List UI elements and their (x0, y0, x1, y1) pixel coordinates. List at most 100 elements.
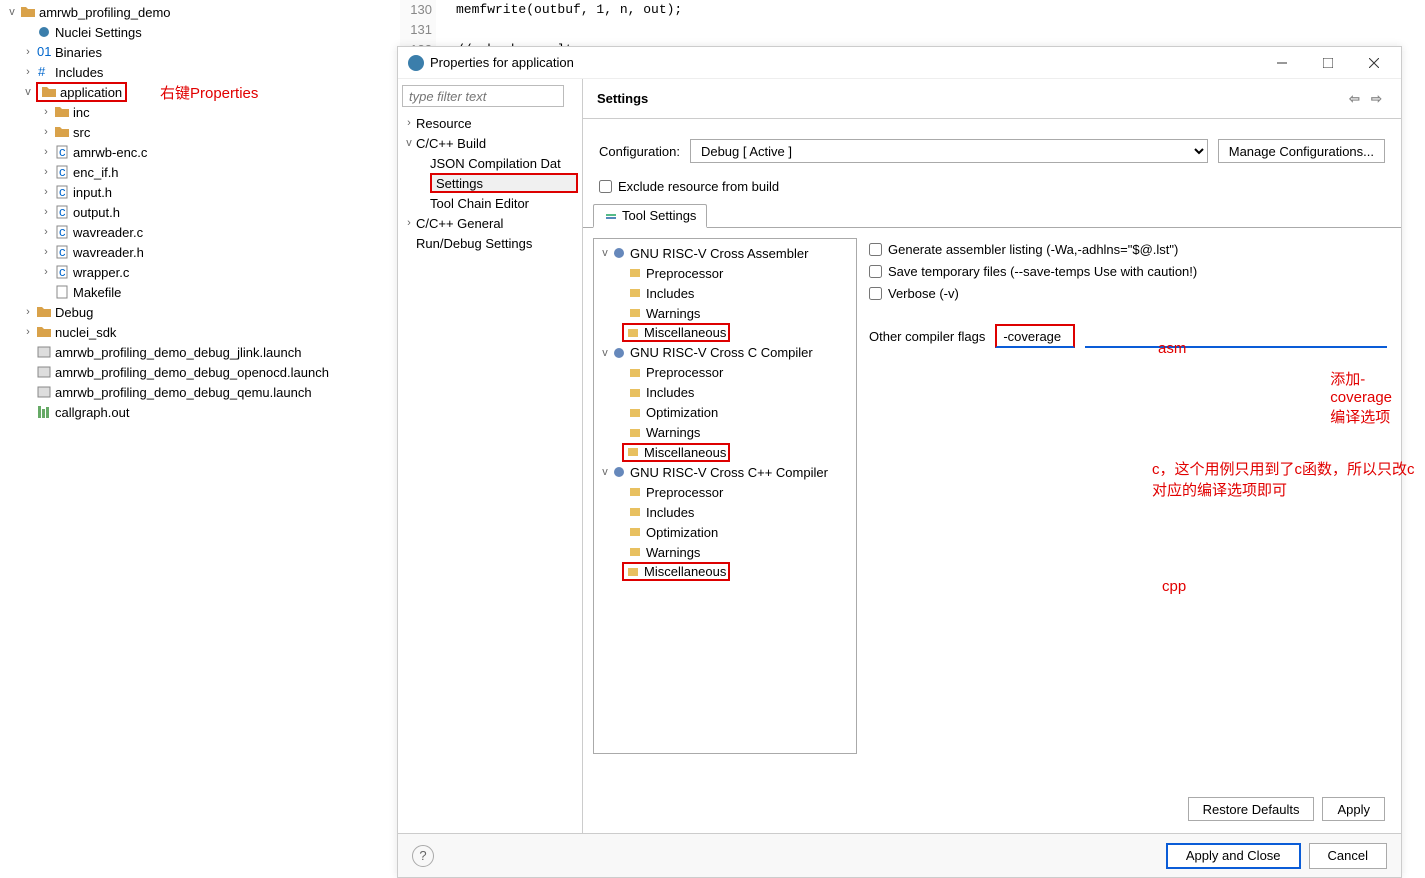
tree-item[interactable]: ›coutput.h (0, 202, 395, 222)
config-label: Configuration: (599, 144, 680, 159)
tree-item-label: wavreader.h (73, 245, 144, 260)
tree-item[interactable]: callgraph.out (0, 402, 395, 422)
nav-settings[interactable]: Settings (430, 173, 578, 193)
tree-item[interactable]: amrwb_profiling_demo_debug_jlink.launch (0, 342, 395, 362)
tree-item[interactable]: ›nuclei_sdk (0, 322, 395, 342)
annotation-asm: asm (1158, 340, 1186, 357)
tool-asm-preproc[interactable]: Preprocessor (598, 263, 852, 283)
properties-nav[interactable]: ›Resource vC/C++ Build JSON Compilation … (398, 79, 583, 859)
save-temp-label: Save temporary files (--save-temps Use w… (888, 264, 1197, 279)
restore-defaults-button[interactable]: Restore Defaults (1188, 797, 1315, 821)
tree-item-label: nuclei_sdk (55, 325, 116, 340)
tree-item-icon: c (54, 204, 70, 220)
tool-cpp-warnings[interactable]: Warnings (598, 542, 852, 562)
back-icon[interactable]: ⇦ (1349, 91, 1365, 107)
save-temp-checkbox[interactable] (869, 265, 882, 278)
tree-item-icon (54, 124, 70, 140)
tool-settings-tree[interactable]: vGNU RISC-V Cross Assembler Preprocessor… (593, 238, 857, 754)
tree-item[interactable]: Nuclei Settings (0, 22, 395, 42)
tree-item[interactable]: amrwb_profiling_demo_debug_openocd.launc… (0, 362, 395, 382)
tree-item[interactable]: ›cinput.h (0, 182, 395, 202)
tree-item-icon: c (54, 224, 70, 240)
tree-item[interactable]: Makefile (0, 282, 395, 302)
tool-cpp-preproc[interactable]: Preprocessor (598, 482, 852, 502)
annotation-rightclick: 右键Properties (160, 82, 258, 103)
tool-asm-warnings[interactable]: Warnings (598, 303, 852, 323)
help-icon[interactable]: ? (412, 845, 434, 867)
exclude-label: Exclude resource from build (618, 179, 779, 194)
tree-item[interactable]: ›cwrapper.c (0, 262, 395, 282)
apply-button[interactable]: Apply (1322, 797, 1385, 821)
filter-input[interactable] (402, 85, 564, 107)
tree-item[interactable]: ›cenc_if.h (0, 162, 395, 182)
tree-item-label: Nuclei Settings (55, 25, 142, 40)
nav-resource[interactable]: ›Resource (402, 113, 578, 133)
tool-cpp-compiler[interactable]: vGNU RISC-V Cross C++ Compiler (598, 462, 852, 482)
tree-item-icon (36, 324, 52, 340)
forward-icon[interactable]: ⇨ (1371, 91, 1387, 107)
tool-asm-includes[interactable]: Includes (598, 283, 852, 303)
tool-c-compiler[interactable]: vGNU RISC-V Cross C Compiler (598, 343, 852, 363)
tool-c-warnings[interactable]: Warnings (598, 423, 852, 443)
nav-cbuild[interactable]: vC/C++ Build (402, 133, 578, 153)
tool-c-misc[interactable]: Miscellaneous (622, 443, 730, 462)
gen-asm-checkbox[interactable] (869, 243, 882, 256)
tree-item-label: amrwb-enc.c (73, 145, 147, 160)
tool-cpp-misc[interactable]: Miscellaneous (622, 562, 730, 581)
exclude-checkbox[interactable] (599, 180, 612, 193)
svg-text:c: c (59, 264, 66, 279)
tree-item[interactable]: amrwb_profiling_demo_debug_qemu.launch (0, 382, 395, 402)
verbose-checkbox[interactable] (869, 287, 882, 300)
minimize-button[interactable] (1259, 48, 1305, 78)
manage-config-button[interactable]: Manage Configurations... (1218, 139, 1385, 163)
svg-text:c: c (59, 244, 66, 259)
tree-item-icon: c (54, 244, 70, 260)
tree-item[interactable]: ›01Binaries (0, 42, 395, 62)
svg-text:c: c (59, 164, 66, 179)
tree-item[interactable]: ›camrwb-enc.c (0, 142, 395, 162)
tree-item-label: amrwb_profiling_demo_debug_jlink.launch (55, 345, 301, 360)
tree-item-label: wavreader.c (73, 225, 143, 240)
tree-root[interactable]: v amrwb_profiling_demo (0, 2, 395, 22)
close-button[interactable] (1351, 48, 1397, 78)
tool-assembler[interactable]: vGNU RISC-V Cross Assembler (598, 243, 852, 263)
tool-c-includes[interactable]: Includes (598, 383, 852, 403)
tree-item[interactable]: ›src (0, 122, 395, 142)
tool-cpp-includes[interactable]: Includes (598, 502, 852, 522)
tree-item[interactable]: ›cwavreader.c (0, 222, 395, 242)
tree-item[interactable]: ›cwavreader.h (0, 242, 395, 262)
annotation-c: c，这个用例只用到了c函数，所以只改c对应的编译选项即可 (1152, 458, 1425, 500)
tab-tool-settings[interactable]: Tool Settings (593, 204, 707, 228)
tree-item[interactable]: ›#Includes (0, 62, 395, 82)
tree-item-label: enc_if.h (73, 165, 119, 180)
nav-json[interactable]: JSON Compilation Dat (402, 153, 578, 173)
tree-item-icon (36, 344, 52, 360)
svg-text:c: c (59, 184, 66, 199)
project-explorer[interactable]: v amrwb_profiling_demo Nuclei Settings ›0… (0, 0, 395, 858)
cancel-button[interactable]: Cancel (1309, 843, 1387, 869)
tree-item-label: callgraph.out (55, 405, 129, 420)
other-flags-input[interactable] (995, 324, 1075, 348)
tree-item-label: application (60, 85, 122, 100)
gen-asm-label: Generate assembler listing (-Wa,-adhlns=… (888, 242, 1178, 257)
tree-item[interactable]: ›Debug (0, 302, 395, 322)
tool-cpp-optimization[interactable]: Optimization (598, 522, 852, 542)
tool-asm-misc[interactable]: Miscellaneous (622, 323, 730, 342)
dialog-footer: ? Apply and Close Cancel (398, 833, 1401, 877)
maximize-button[interactable] (1305, 48, 1351, 78)
tree-item-icon: c (54, 264, 70, 280)
config-select[interactable]: Debug [ Active ] (690, 139, 1208, 163)
tree-item-icon: # (36, 64, 52, 80)
tool-c-optimization[interactable]: Optimization (598, 403, 852, 423)
tree-item-label: amrwb_profiling_demo_debug_qemu.launch (55, 385, 312, 400)
apply-close-button[interactable]: Apply and Close (1166, 843, 1301, 869)
tree-item-icon (54, 284, 70, 300)
tree-item-label: Binaries (55, 45, 102, 60)
tree-item[interactable]: ›inc (0, 102, 395, 122)
nav-cgeneral[interactable]: ›C/C++ General (402, 213, 578, 233)
tool-c-preproc[interactable]: Preprocessor (598, 363, 852, 383)
folder-icon (20, 4, 36, 20)
nav-toolchain[interactable]: Tool Chain Editor (402, 193, 578, 213)
svg-text:#: # (38, 64, 46, 79)
nav-rundebug[interactable]: Run/Debug Settings (402, 233, 578, 253)
